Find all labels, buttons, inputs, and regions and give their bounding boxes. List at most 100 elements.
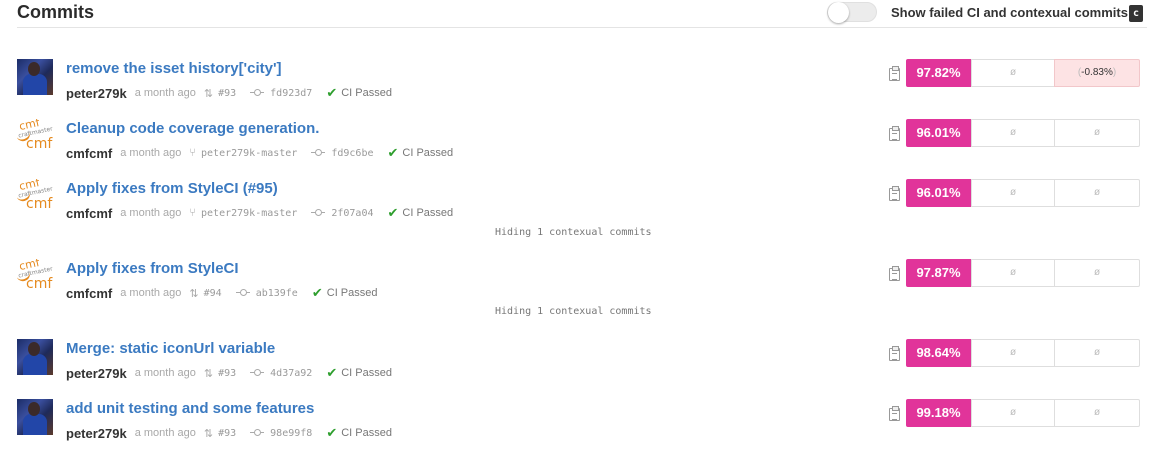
commit-ref[interactable]: peter279k-master (201, 208, 297, 219)
coverage-badge[interactable]: 97.87% (906, 259, 971, 287)
commit-meta: cmfcmf a month ago ⇅ #94 ab139fe ✔ CI Pa… (66, 285, 378, 301)
commit-meta: peter279k a month ago ⇅ #93 4d37a92 ✔ CI… (66, 365, 392, 381)
coverage-badge[interactable]: 97.82% (906, 59, 971, 87)
coverage-badge[interactable]: 96.01% (906, 119, 971, 147)
coverage-diff-cell: ø (971, 179, 1055, 207)
branch-icon: ⑂ (189, 207, 197, 219)
keyboard-shortcut-badge: c (1129, 5, 1143, 22)
coverage-badge[interactable]: 96.01% (906, 179, 971, 207)
ci-status: CI Passed (402, 147, 454, 159)
commit-meta: cmfcmf a month ago ⑂ peter279k-master 2f… (66, 205, 453, 221)
hidden-contextual-commits-note[interactable]: Hiding 1 contexual commits (495, 227, 652, 238)
commit-icon (311, 209, 326, 217)
commit-sha[interactable]: fd9c6be (331, 148, 373, 159)
avatar[interactable]: cmf craftmaster cmf (17, 119, 53, 155)
commit-row: cmf craftmaster cmf Apply fixes from Style… (17, 259, 1147, 303)
commit-ref[interactable]: #93 (218, 88, 236, 99)
avatar[interactable]: cmf craftmaster cmf (17, 179, 53, 215)
check-icon: ✔ (387, 205, 399, 220)
commit-ref[interactable]: #94 (204, 288, 222, 299)
coverage-change-cell: (-0.83%) (1054, 59, 1140, 87)
commit-time: a month ago (134, 87, 196, 99)
commit-row: Merge: static iconUrl variable peter279k… (17, 339, 1147, 383)
toggle-label[interactable]: Show failed CI and contexual commits (891, 5, 1128, 20)
commit-title-link[interactable]: remove the isset history['city'] (66, 60, 282, 77)
commit-author[interactable]: peter279k (66, 426, 127, 441)
hidden-contextual-commits-note[interactable]: Hiding 1 contexual commits (495, 306, 652, 317)
clipboard-icon[interactable] (889, 186, 900, 201)
commit-icon (250, 89, 265, 97)
ci-status: CI Passed (341, 367, 392, 379)
commit-author[interactable]: peter279k (66, 86, 127, 101)
pull-request-icon: ⇅ (189, 287, 199, 300)
coverage-change-cell: ø (1054, 339, 1140, 367)
show-failed-ci-toggle[interactable] (827, 2, 877, 23)
coverage-change-value: -0.83% (1081, 67, 1113, 78)
toggle-knob[interactable] (828, 2, 849, 23)
commit-row: add unit testing and some features peter… (17, 399, 1147, 443)
commit-icon (311, 149, 326, 157)
commit-title-link[interactable]: add unit testing and some features (66, 400, 314, 417)
commit-row: remove the isset history['city'] peter27… (17, 59, 1147, 103)
commit-row: cmf craftmaster cmf Apply fixes from Style… (17, 179, 1147, 223)
coverage-diff-cell: ø (971, 339, 1055, 367)
commit-time: a month ago (134, 427, 196, 439)
pull-request-icon: ⇅ (203, 427, 214, 440)
avatar[interactable] (17, 399, 53, 435)
coverage-diff-cell: ø (971, 59, 1055, 87)
commit-author[interactable]: cmfcmf (66, 146, 112, 161)
commit-sha[interactable]: 4d37a92 (270, 368, 312, 379)
check-icon: ✔ (311, 285, 323, 300)
avatar[interactable] (17, 59, 53, 95)
commit-ref[interactable]: #93 (218, 368, 236, 379)
coverage-change-cell: ø (1054, 259, 1140, 287)
coverage-change-value: ø (1093, 187, 1101, 198)
commit-meta: cmfcmf a month ago ⑂ peter279k-master fd… (66, 145, 453, 161)
commit-sha[interactable]: 98e99f8 (270, 428, 312, 439)
coverage-diff-cell: ø (971, 399, 1055, 427)
commit-title-link[interactable]: Merge: static iconUrl variable (66, 340, 275, 357)
commit-time: a month ago (120, 287, 182, 299)
avatar[interactable] (17, 339, 53, 375)
check-icon: ✔ (326, 425, 338, 440)
coverage-badge[interactable]: 99.18% (906, 399, 971, 427)
commit-ref[interactable]: #93 (218, 428, 236, 439)
commit-ref[interactable]: peter279k-master (201, 148, 297, 159)
commit-sha[interactable]: ab139fe (256, 288, 298, 299)
commit-sha[interactable]: fd923d7 (270, 88, 312, 99)
coverage-diff-cell: ø (971, 259, 1055, 287)
clipboard-icon[interactable] (889, 66, 900, 81)
ci-status: CI Passed (402, 207, 454, 219)
commit-time: a month ago (120, 207, 182, 219)
ci-status: CI Passed (341, 427, 392, 439)
commit-author[interactable]: peter279k (66, 366, 127, 381)
coverage-badge[interactable]: 98.64% (906, 339, 971, 367)
commit-sha[interactable]: 2f07a04 (331, 208, 373, 219)
coverage-change-value: ø (1093, 267, 1101, 278)
ci-status: CI Passed (326, 287, 378, 299)
commit-title-link[interactable]: Apply fixes from StyleCI (66, 260, 239, 277)
coverage-diff-cell: ø (971, 119, 1055, 147)
commit-author[interactable]: cmfcmf (66, 206, 112, 221)
coverage-change-cell: ø (1054, 399, 1140, 427)
ci-status: CI Passed (341, 87, 392, 99)
coverage-change-cell: ø (1054, 179, 1140, 207)
commit-row: cmf craftmaster cmf Cleanup code coverage … (17, 119, 1147, 163)
commit-author[interactable]: cmfcmf (66, 286, 112, 301)
clipboard-icon[interactable] (889, 266, 900, 281)
branch-icon: ⑂ (189, 147, 197, 159)
coverage-change-cell: ø (1054, 119, 1140, 147)
clipboard-icon[interactable] (889, 126, 900, 141)
commit-title-link[interactable]: Apply fixes from StyleCI (#95) (66, 180, 278, 197)
clipboard-icon[interactable] (889, 346, 900, 361)
coverage-change-value: ø (1093, 407, 1101, 418)
commit-title-link[interactable]: Cleanup code coverage generation. (66, 120, 319, 137)
check-icon: ✔ (387, 145, 399, 160)
commit-meta: peter279k a month ago ⇅ #93 fd923d7 ✔ CI… (66, 85, 392, 101)
check-icon: ✔ (326, 85, 338, 100)
pull-request-icon: ⇅ (203, 367, 214, 380)
clipboard-icon[interactable] (889, 406, 900, 421)
avatar[interactable]: cmf craftmaster cmf (17, 259, 53, 295)
page-title: Commits (17, 2, 95, 22)
commit-time: a month ago (120, 147, 182, 159)
